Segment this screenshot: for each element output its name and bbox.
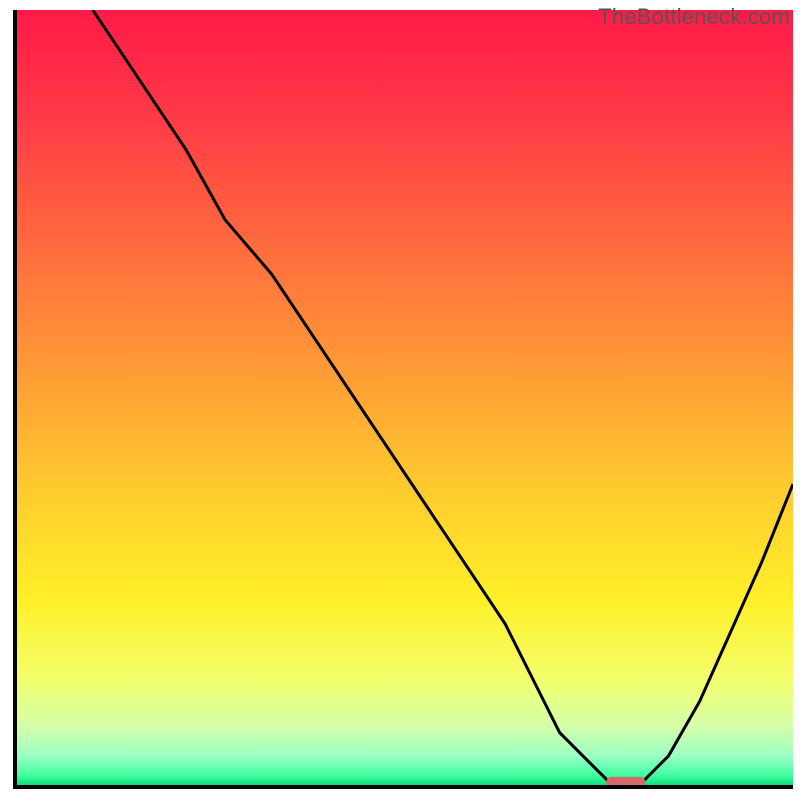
watermark-text: TheBottleneck.com [598,4,790,30]
gradient-background [15,10,793,787]
bottleneck-chart [0,0,800,800]
chart-container: TheBottleneck.com [0,0,800,800]
